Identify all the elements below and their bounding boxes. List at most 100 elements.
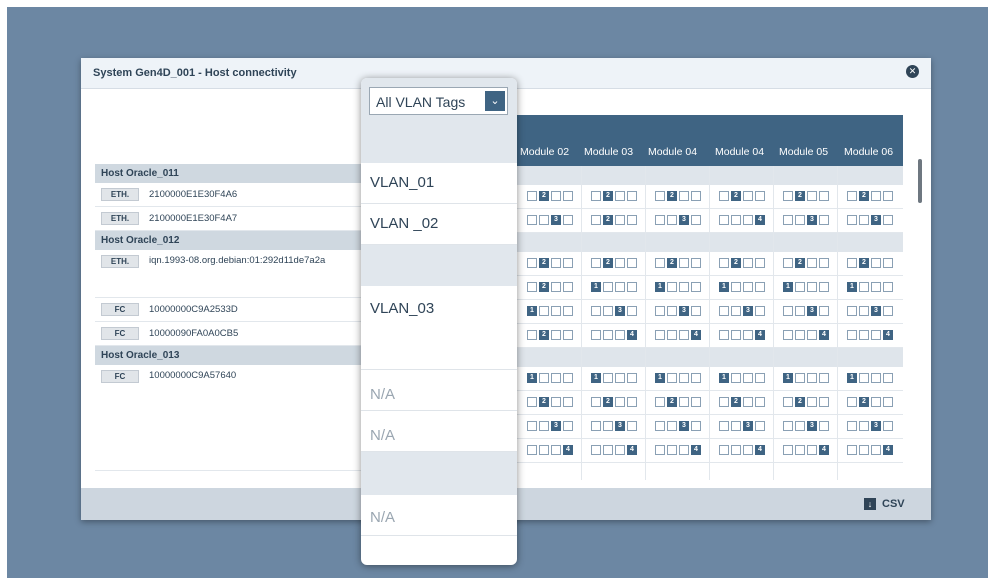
vlan-option[interactable]: N/A (361, 411, 517, 452)
port-square (563, 191, 573, 201)
port-square (807, 445, 817, 455)
port-square: 3 (807, 306, 817, 316)
port-square: 1 (719, 282, 729, 292)
port-square: 3 (807, 421, 817, 431)
port-type-badge: FC (101, 327, 139, 340)
module-column-header[interactable]: Module 04 (648, 146, 697, 158)
host-header: Host Oracle_013 (95, 346, 385, 365)
grid-row: 2 1 1 1 1 1 (517, 276, 903, 300)
module-column-header[interactable]: Module 06 (844, 146, 893, 158)
port-square (719, 306, 729, 316)
module-column-header[interactable]: Module 02 (520, 146, 569, 158)
port-square: 1 (847, 373, 857, 383)
modal-title: System Gen4D_001 - Host connectivity (93, 67, 297, 79)
port-square (807, 330, 817, 340)
port-square (795, 445, 805, 455)
vlan-option[interactable]: N/A (361, 495, 517, 536)
port-square (795, 330, 805, 340)
module-header-row: Module 02 Module 03 Module 04 Module 04 … (517, 139, 903, 166)
host-port-row[interactable]: ETH. 2100000E1E30F4A6 (95, 183, 385, 207)
grid-row: 3 2 3 4 3 3 (517, 209, 903, 233)
port-square (847, 421, 857, 431)
vlan-option-label: VLAN_03 (370, 300, 435, 317)
port-square: 2 (667, 191, 677, 201)
grid-column-divider (645, 166, 646, 480)
port-square (743, 445, 753, 455)
grid-row: 3 3 3 3 3 3 (517, 415, 903, 439)
port-square (667, 373, 677, 383)
port-square (563, 397, 573, 407)
vlan-tag-dropdown[interactable]: All VLAN Tags ⌄ VLAN_01 VLAN _02 VLAN_03… (361, 78, 517, 565)
port-square: 3 (679, 306, 689, 316)
port-square (627, 306, 637, 316)
port-square (719, 397, 729, 407)
module-column-header[interactable]: Module 05 (779, 146, 828, 158)
port-square (847, 306, 857, 316)
port-square (691, 306, 701, 316)
host-port-row[interactable]: FC 10000000C9A57640 (95, 365, 385, 471)
port-square (795, 306, 805, 316)
port-square: 1 (847, 282, 857, 292)
port-square: 1 (783, 373, 793, 383)
port-square (551, 445, 561, 455)
port-square (871, 191, 881, 201)
port-square (807, 191, 817, 201)
vlan-option[interactable]: N/A (361, 370, 517, 411)
port-square (655, 330, 665, 340)
grid-row: 4 4 4 4 4 4 (517, 439, 903, 463)
port-square: 2 (603, 397, 613, 407)
port-square (819, 421, 829, 431)
grid-row: 2 2 2 2 2 2 (517, 252, 903, 276)
port-square (655, 258, 665, 268)
vlan-option[interactable]: VLAN _02 (361, 204, 517, 245)
csv-export-button[interactable]: ↓ CSV (864, 497, 905, 511)
chevron-down-icon[interactable]: ⌄ (485, 91, 505, 111)
port-square (591, 397, 601, 407)
port-square (615, 373, 625, 383)
close-icon[interactable]: ✕ (906, 65, 919, 78)
port-square (883, 373, 893, 383)
port-square (563, 282, 573, 292)
port-square: 1 (655, 373, 665, 383)
csv-label: CSV (882, 498, 905, 510)
port-square: 2 (603, 191, 613, 201)
port-square (731, 330, 741, 340)
module-column-header[interactable]: Module 03 (584, 146, 633, 158)
port-square (591, 306, 601, 316)
host-port-row[interactable]: FC 10000090FA0A0CB5 (95, 322, 385, 346)
port-square (603, 373, 613, 383)
port-square: 2 (603, 215, 613, 225)
port-square (627, 397, 637, 407)
port-square (731, 421, 741, 431)
port-square (655, 445, 665, 455)
dropdown-band (361, 245, 517, 286)
port-square (719, 258, 729, 268)
port-square: 4 (691, 445, 701, 455)
port-square: 2 (603, 258, 613, 268)
grid-host-band (517, 166, 903, 185)
module-column-header[interactable]: Module 04 (715, 146, 764, 158)
port-square (859, 282, 869, 292)
host-port-row[interactable]: FC 10000000C9A2533D (95, 298, 385, 322)
port-square (847, 215, 857, 225)
port-square (883, 215, 893, 225)
port-square (563, 306, 573, 316)
port-square (591, 215, 601, 225)
scroll-thumb[interactable] (918, 159, 922, 203)
port-square (883, 258, 893, 268)
host-port-row[interactable]: ETH. 2100000E1E30F4A7 (95, 207, 385, 231)
port-square (603, 445, 613, 455)
port-square (819, 258, 829, 268)
port-square (807, 258, 817, 268)
vlan-option[interactable]: VLAN_03 (361, 286, 517, 370)
port-type-badge: ETH. (101, 212, 139, 225)
port-square (783, 330, 793, 340)
vlan-tag-select[interactable]: All VLAN Tags ⌄ (369, 87, 508, 115)
scrollbar[interactable] (917, 89, 925, 488)
port-square: 2 (859, 397, 869, 407)
vlan-option[interactable]: VLAN_01 (361, 163, 517, 204)
port-square (819, 215, 829, 225)
host-port-row[interactable]: ETH. iqn.1993-08.org.debian:01:292d11de7… (95, 250, 385, 298)
port-square: 2 (667, 397, 677, 407)
port-square (615, 445, 625, 455)
